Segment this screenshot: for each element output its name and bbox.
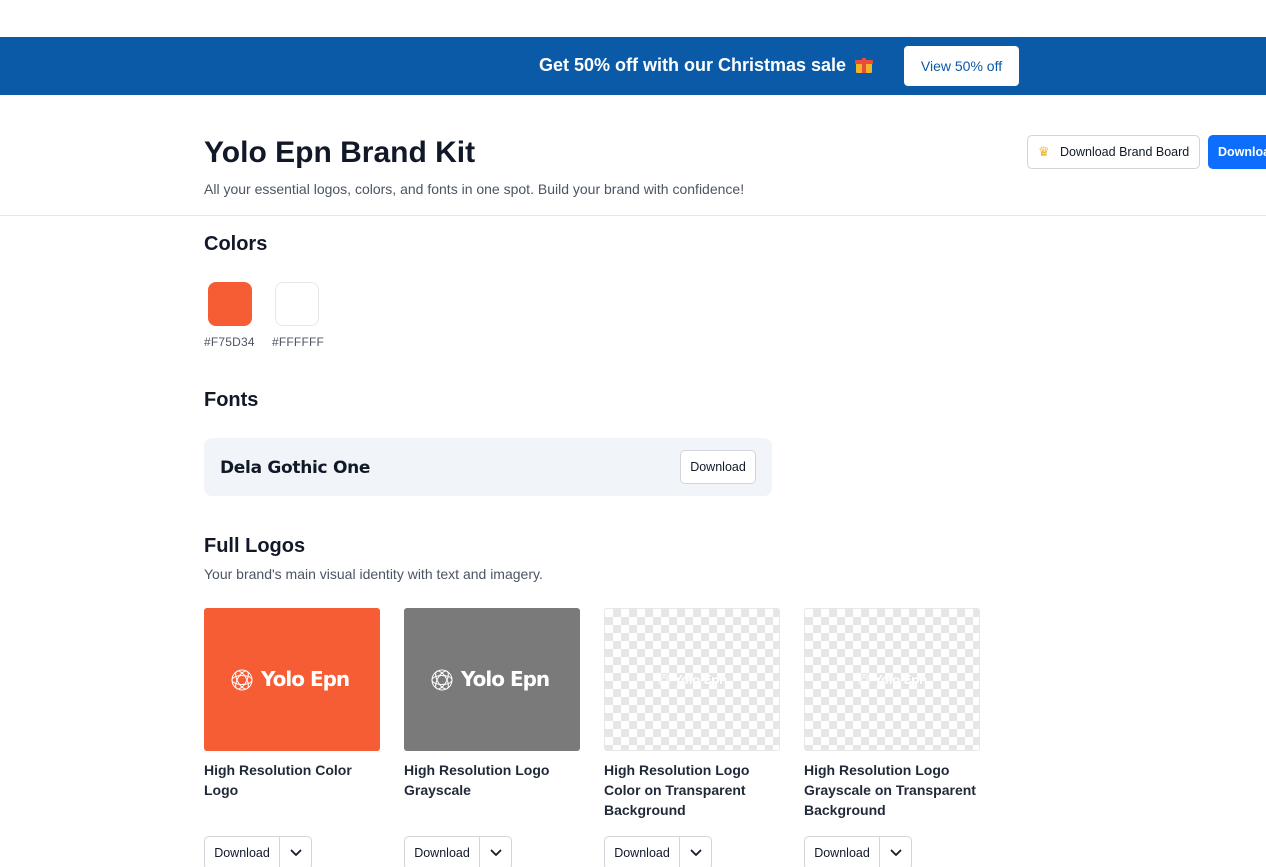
logo-thumbnail[interactable]: Yolo Epn bbox=[604, 608, 780, 751]
chevron-down-icon bbox=[890, 849, 902, 856]
gift-icon bbox=[855, 56, 874, 73]
color-swatch-white[interactable] bbox=[275, 282, 319, 326]
logo-mark-icon bbox=[857, 673, 871, 687]
logo-mark-icon bbox=[230, 668, 254, 692]
download-options-toggle[interactable] bbox=[880, 837, 912, 867]
logo-download-button[interactable]: Download bbox=[605, 837, 679, 867]
fonts-heading: Fonts bbox=[204, 389, 259, 411]
color-swatch-label: #F75D34 bbox=[204, 335, 255, 349]
logo-wordmark: Yolo Epn bbox=[261, 667, 350, 691]
colors-heading: Colors bbox=[204, 233, 268, 255]
download-all-button[interactable]: Downloa bbox=[1208, 135, 1266, 169]
logo-thumbnail[interactable]: Yolo Epn bbox=[204, 608, 380, 751]
download-options-toggle[interactable] bbox=[480, 837, 512, 867]
chevron-down-icon bbox=[690, 849, 702, 856]
logo-download-button[interactable]: Download bbox=[205, 837, 279, 867]
logo-wordmark: Yolo Epn bbox=[461, 667, 550, 691]
font-name: Dela Gothic One bbox=[220, 458, 371, 478]
page-subtitle: All your essential logos, colors, and fo… bbox=[204, 181, 745, 197]
crown-icon: ♛ bbox=[1038, 144, 1050, 159]
logo-card-title: High Resolution Logo Grayscale on Transp… bbox=[804, 762, 976, 818]
logo-thumbnail[interactable]: Yolo Epn bbox=[404, 608, 580, 751]
promo-banner: Get 50% off with our Christmas sale View… bbox=[0, 37, 1266, 95]
download-options-toggle[interactable] bbox=[280, 837, 312, 867]
logo-card-title: High Resolution Color Logo bbox=[204, 762, 352, 798]
logo-download-split-button: Download bbox=[604, 836, 712, 867]
logo-thumbnail[interactable]: Yolo Epn bbox=[804, 608, 980, 751]
logo-download-split-button: Download bbox=[804, 836, 912, 867]
logo-mark-icon bbox=[657, 673, 671, 687]
chevron-down-icon bbox=[290, 849, 302, 856]
logo-download-split-button: Download bbox=[404, 836, 512, 867]
view-offer-button[interactable]: View 50% off bbox=[904, 46, 1019, 86]
logo-download-button[interactable]: Download bbox=[805, 837, 879, 867]
logo-wordmark: Yolo Epn bbox=[674, 673, 728, 687]
logo-mark-icon bbox=[430, 668, 454, 692]
font-download-button[interactable]: Download bbox=[680, 450, 756, 484]
chevron-down-icon bbox=[490, 849, 502, 856]
download-options-toggle[interactable] bbox=[680, 837, 712, 867]
color-swatch-label: #FFFFFF bbox=[272, 335, 325, 349]
full-logos-description: Your brand's main visual identity with t… bbox=[204, 566, 543, 582]
logo-download-split-button: Download bbox=[204, 836, 312, 867]
header-divider bbox=[0, 215, 1266, 216]
logo-download-button[interactable]: Download bbox=[405, 837, 479, 867]
download-brand-board-button[interactable]: ♛ Download Brand Board bbox=[1027, 135, 1200, 169]
download-brand-board-label: Download Brand Board bbox=[1060, 145, 1190, 159]
page-title: Yolo Epn Brand Kit bbox=[204, 136, 476, 169]
font-card: Dela Gothic One Download bbox=[204, 438, 772, 496]
logo-card-title: High Resolution Logo Grayscale bbox=[404, 762, 550, 798]
full-logos-heading: Full Logos bbox=[204, 535, 306, 557]
promo-text-wrap: Get 50% off with our Christmas sale bbox=[539, 55, 874, 76]
promo-text: Get 50% off with our Christmas sale bbox=[539, 55, 847, 75]
color-swatch-primary[interactable] bbox=[208, 282, 252, 326]
logo-wordmark: Yolo Epn bbox=[874, 673, 928, 687]
logo-card-title: High Resolution Logo Color on Transparen… bbox=[604, 762, 750, 818]
